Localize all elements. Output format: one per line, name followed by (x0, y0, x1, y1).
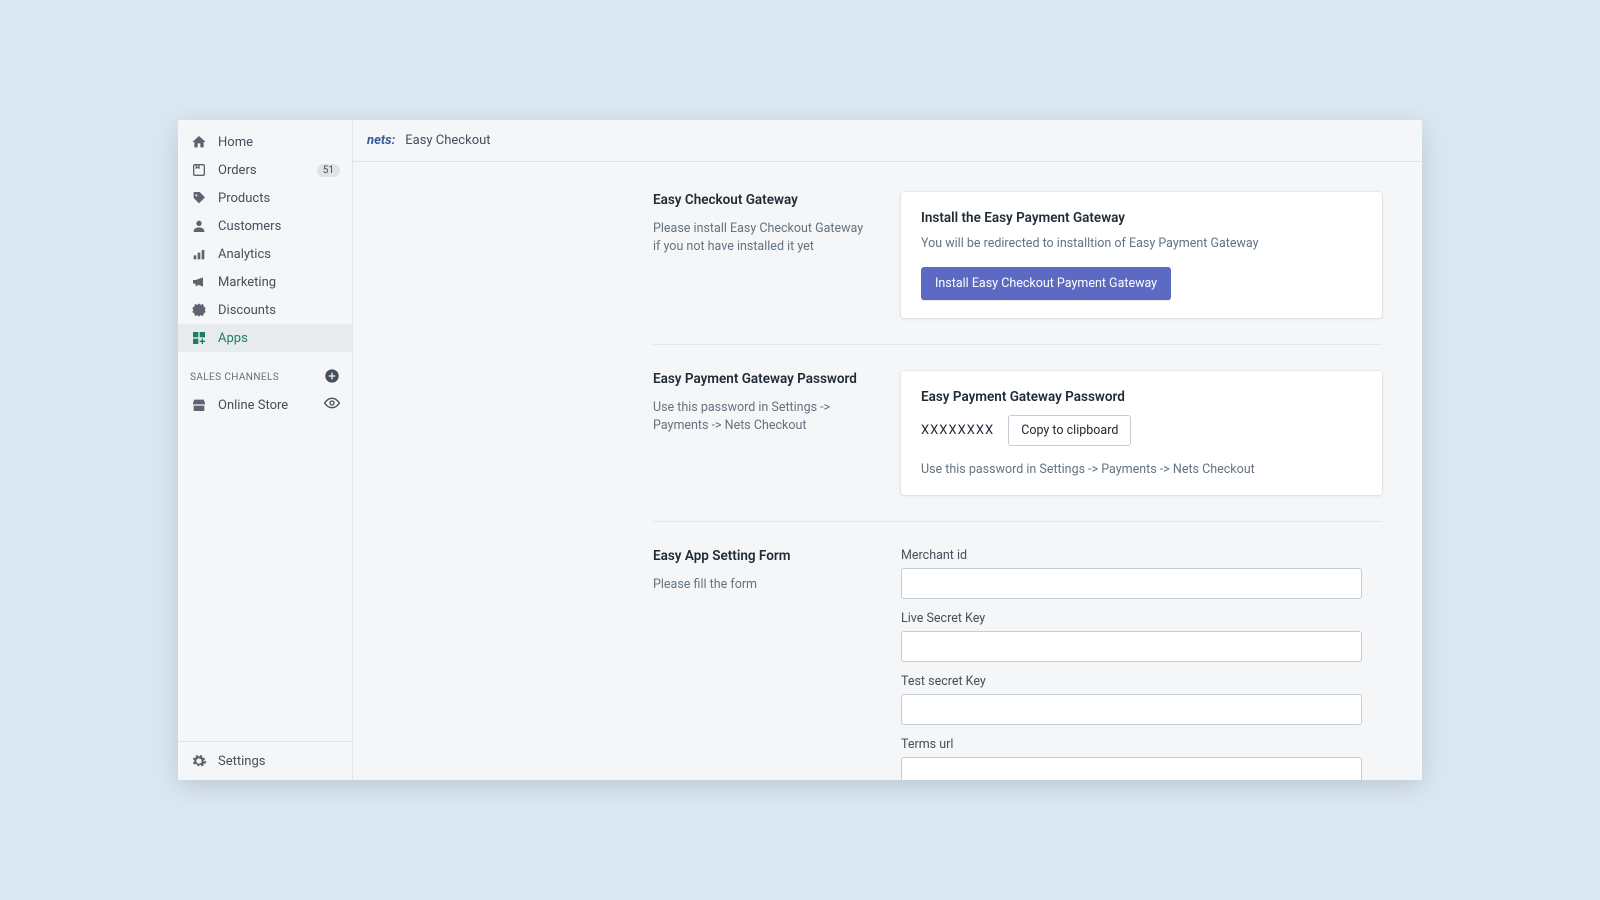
password-card: Easy Payment Gateway Password XXXXXXXX C… (901, 371, 1382, 495)
terms-url-input[interactable] (901, 757, 1362, 780)
app-logo: nets: (367, 133, 395, 148)
sidebar-item-label: Marketing (218, 275, 276, 290)
section-title: Easy Payment Gateway Password (653, 371, 873, 387)
test-secret-input[interactable] (901, 694, 1362, 725)
gear-icon (190, 752, 208, 770)
sidebar-item-discounts[interactable]: Discounts (178, 296, 352, 324)
home-icon (190, 133, 208, 151)
terms-url-label: Terms url (901, 737, 1362, 752)
sidebar-item-products[interactable]: Products (178, 184, 352, 212)
add-channel-icon[interactable] (324, 368, 340, 387)
sidebar-item-apps[interactable]: Apps (178, 324, 352, 352)
sidebar: Home Orders 51 Products Customers (178, 120, 353, 780)
password-mask: XXXXXXXX (921, 423, 994, 438)
main-panel: Easy Checkout Gateway Please install Eas… (353, 162, 1422, 780)
sidebar-item-label: Analytics (218, 247, 271, 262)
section-desc: Please fill the form (653, 576, 873, 594)
content-area: nets: Easy Checkout Easy Checkout Gatewa… (353, 120, 1422, 780)
sidebar-nav: Home Orders 51 Products Customers (178, 120, 352, 741)
sidebar-item-orders[interactable]: Orders 51 (178, 156, 352, 184)
form-card: Merchant id Live Secret Key Test secret … (901, 548, 1382, 780)
merchant-id-label: Merchant id (901, 548, 1362, 563)
page-title: Easy Checkout (405, 133, 490, 148)
card-text: You will be redirected to installtion of… (921, 236, 1362, 251)
apps-icon (190, 329, 208, 347)
live-secret-input[interactable] (901, 631, 1362, 662)
section-form: Easy App Setting Form Please fill the fo… (653, 548, 1382, 780)
card-text: Use this password in Settings -> Payment… (921, 462, 1362, 477)
card-title: Install the Easy Payment Gateway (921, 210, 1362, 226)
topbar: nets: Easy Checkout (353, 120, 1422, 162)
analytics-icon (190, 245, 208, 263)
install-gateway-button[interactable]: Install Easy Checkout Payment Gateway (921, 267, 1171, 300)
person-icon (190, 217, 208, 235)
orders-badge: 51 (317, 164, 340, 177)
section-desc: Use this password in Settings -> Payment… (653, 399, 873, 435)
tag-icon (190, 189, 208, 207)
sidebar-item-label: Orders (218, 163, 257, 178)
discount-icon (190, 301, 208, 319)
sidebar-item-analytics[interactable]: Analytics (178, 240, 352, 268)
section-gateway: Easy Checkout Gateway Please install Eas… (653, 192, 1382, 345)
sales-channels-header: SALES CHANNELS (178, 352, 352, 391)
section-title: Easy App Setting Form (653, 548, 873, 564)
sidebar-item-label: Discounts (218, 303, 276, 318)
sidebar-item-label: Settings (218, 754, 265, 769)
sidebar-item-label: Products (218, 191, 270, 206)
sidebar-item-label: Online Store (218, 398, 288, 413)
megaphone-icon (190, 273, 208, 291)
card-title: Easy Payment Gateway Password (921, 389, 1362, 405)
section-password: Easy Payment Gateway Password Use this p… (653, 371, 1382, 522)
sidebar-item-home[interactable]: Home (178, 128, 352, 156)
section-title: Easy Checkout Gateway (653, 192, 873, 208)
section-password-info: Easy Payment Gateway Password Use this p… (653, 371, 873, 495)
sidebar-item-label: Apps (218, 331, 248, 346)
sidebar-footer: Settings (178, 741, 352, 780)
merchant-id-input[interactable] (901, 568, 1362, 599)
sidebar-item-settings[interactable]: Settings (178, 741, 352, 780)
section-gateway-info: Easy Checkout Gateway Please install Eas… (653, 192, 873, 318)
store-icon (190, 396, 208, 414)
sidebar-item-customers[interactable]: Customers (178, 212, 352, 240)
copy-clipboard-button[interactable]: Copy to clipboard (1008, 415, 1131, 446)
password-row: XXXXXXXX Copy to clipboard (921, 415, 1362, 446)
sidebar-item-online-store[interactable]: Online Store (178, 391, 352, 419)
sidebar-item-label: Customers (218, 219, 281, 234)
sidebar-item-marketing[interactable]: Marketing (178, 268, 352, 296)
sidebar-item-label: Home (218, 135, 253, 150)
test-secret-label: Test secret Key (901, 674, 1362, 689)
live-secret-label: Live Secret Key (901, 611, 1362, 626)
app-window: Home Orders 51 Products Customers (178, 120, 1422, 780)
section-form-info: Easy App Setting Form Please fill the fo… (653, 548, 873, 780)
section-desc: Please install Easy Checkout Gateway if … (653, 220, 873, 256)
section-header-label: SALES CHANNELS (190, 372, 279, 383)
orders-icon (190, 161, 208, 179)
gateway-card: Install the Easy Payment Gateway You wil… (901, 192, 1382, 318)
eye-icon[interactable] (324, 395, 340, 415)
